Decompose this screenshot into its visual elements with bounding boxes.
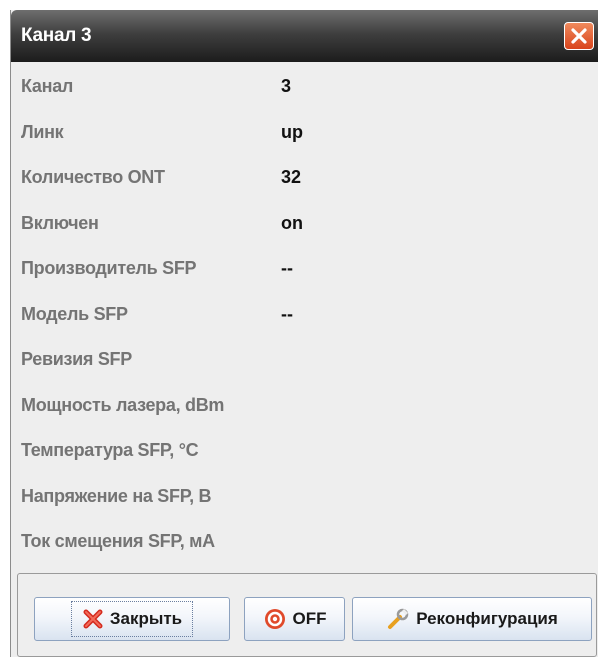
property-label: Модель SFP — [21, 303, 128, 324]
property-row-link: Линк up — [11, 108, 598, 154]
property-label: Канал — [21, 76, 74, 96]
close-icon — [570, 27, 588, 45]
property-label: Линк — [21, 121, 64, 142]
property-row-sfp-temperature: Температура SFP, °C — [11, 426, 598, 472]
property-value: -- — [281, 258, 293, 278]
property-label: Ток смещения SFP, мА — [21, 531, 215, 551]
property-row-ont-count: Количество ONT 32 — [11, 153, 598, 199]
property-row-laser-power: Мощность лазера, dBm — [11, 381, 598, 427]
reconfigure-button-label: Реконфигурация — [416, 609, 558, 628]
property-label: Включен — [21, 212, 99, 233]
property-row-sfp-revision: Ревизия SFP — [11, 335, 598, 381]
wrench-icon — [386, 607, 410, 631]
property-label: Мощность лазера, dBm — [21, 394, 225, 415]
property-row-sfp-voltage: Напряжение на SFP, В — [11, 472, 598, 518]
property-value: -- — [281, 303, 293, 324]
properties-list: Канал 3 Линк up Количество ONT 32 Включе… — [11, 62, 598, 563]
property-row-bias-current: Ток смещения SFP, мА — [11, 517, 598, 563]
off-button-label: OFF — [292, 609, 327, 628]
property-row-enabled: Включен on — [11, 199, 598, 245]
property-row-sfp-vendor: Производитель SFP -- — [11, 244, 598, 290]
close-button-focus: Закрыть — [70, 601, 194, 637]
reconfigure-button[interactable]: Реконфигурация — [352, 597, 592, 641]
power-off-icon — [263, 607, 287, 631]
title-bar[interactable]: Канал 3 — [11, 10, 598, 62]
window-title: Канал 3 — [21, 25, 92, 46]
property-row-channel: Канал 3 — [11, 62, 598, 108]
property-label: Производитель SFP — [21, 258, 197, 278]
off-button[interactable]: OFF — [244, 597, 345, 641]
property-value: 32 — [281, 167, 302, 187]
property-label: Ревизия SFP — [21, 349, 132, 369]
close-button-label: Закрыть — [109, 609, 183, 628]
property-value: on — [281, 212, 303, 233]
close-button[interactable]: Закрыть — [34, 597, 230, 641]
property-row-sfp-model: Модель SFP -- — [11, 290, 598, 336]
property-label: Напряжение на SFP, В — [21, 485, 212, 506]
property-label: Количество ONT — [21, 167, 165, 187]
red-x-icon — [82, 608, 104, 630]
property-value: 3 — [281, 76, 292, 96]
window-close-button[interactable] — [564, 22, 594, 50]
property-value: up — [281, 121, 303, 142]
property-label: Температура SFP, °C — [21, 440, 199, 460]
button-panel: Закрыть OFF Реконфигурация — [17, 573, 597, 657]
channel-dialog: Канал 3 Канал 3 Линк up Количество ONT 3… — [10, 10, 598, 657]
